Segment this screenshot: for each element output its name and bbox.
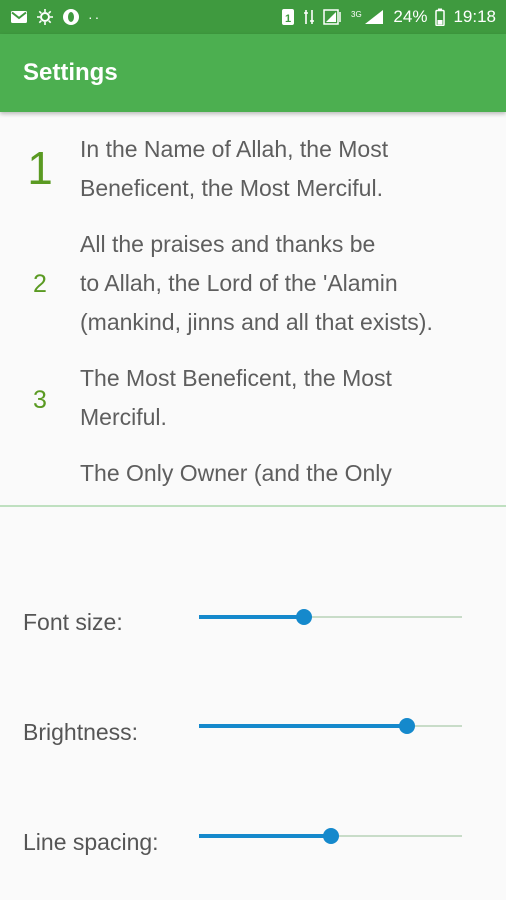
sim-badge-number: 1 (285, 13, 291, 25)
verse-text: The Only Owner (and the Only (80, 460, 392, 486)
network-type-icon: 3G (351, 8, 385, 26)
verse-text: In the Name of Allah, the Most Beneficen… (80, 136, 389, 201)
battery-icon (435, 8, 446, 26)
slider-fill (199, 834, 331, 838)
volte-icon (303, 8, 315, 26)
status-bar-left: ·· (10, 8, 101, 26)
slider-fill (199, 724, 407, 728)
verse-number: 3 (33, 386, 47, 414)
font-size-label: Font size: (23, 609, 123, 635)
line-spacing-slider[interactable] (199, 825, 462, 847)
opera-icon (62, 8, 80, 26)
line-spacing-label: Line spacing: (23, 829, 159, 855)
signal-icon (323, 8, 343, 26)
clock-time: 19:18 (453, 7, 496, 26)
slider-thumb[interactable] (322, 828, 339, 844)
verse-text: All the praises and thanks be to Allah, … (80, 231, 433, 335)
font-size-slider[interactable] (199, 606, 462, 628)
slider-thumb[interactable] (296, 609, 313, 625)
verse-number: 1 (27, 142, 53, 194)
gmail-icon (10, 10, 28, 24)
preview-divider (0, 505, 506, 507)
status-bar-right: 1 3G 24% 19:18 (281, 7, 496, 27)
status-bar: ·· 1 3G 24% 19:18 (0, 0, 506, 34)
page-title: Settings (23, 59, 118, 86)
battery-percent: 24% (393, 7, 428, 26)
sim-badge-icon: 1 (281, 8, 295, 26)
verse-text: The Most Beneficent, the Most Merciful. (80, 365, 392, 430)
brightness-slider[interactable] (199, 715, 462, 737)
text-preview: 1 In the Name of Allah, the Most Benefic… (0, 112, 506, 505)
app-bar: Settings (0, 34, 506, 112)
status-more-dots: ·· (88, 9, 102, 25)
brightness-label: Brightness: (23, 719, 139, 745)
sync-icon (36, 8, 54, 26)
slider-fill (199, 615, 305, 619)
verse-number: 2 (33, 270, 47, 298)
network-type-label: 3G (351, 10, 362, 19)
slider-thumb[interactable] (398, 718, 415, 734)
